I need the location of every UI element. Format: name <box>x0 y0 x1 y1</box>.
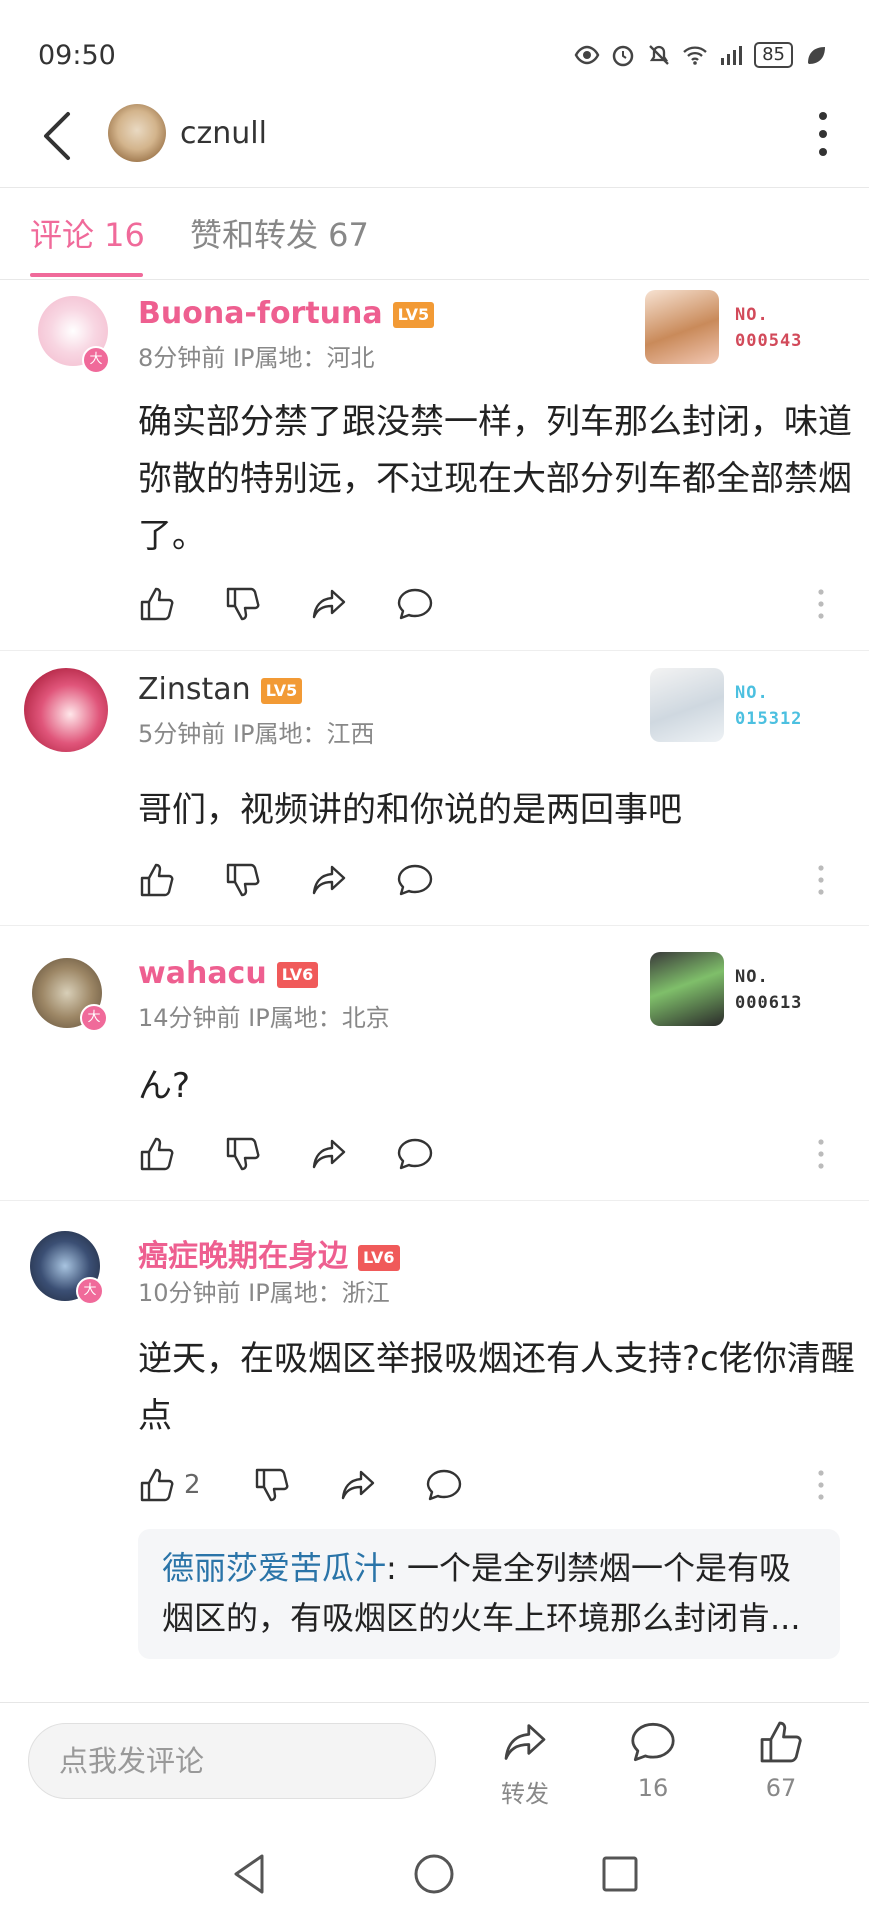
comment-separator <box>0 650 869 651</box>
comment-input[interactable]: 点我发评论 <box>28 1723 436 1799</box>
reply-preview[interactable]: 德丽莎爱苦瓜汁: 一个是全列禁烟一个是有吸烟区的，有吸烟区的火车上环境那么封闭肯… <box>138 1529 840 1659</box>
comment-author[interactable]: Buona-fortuna LV5 <box>138 296 435 331</box>
leaf-icon <box>808 47 825 64</box>
comment-author[interactable]: 癌症晚期在身边 LV6 <box>138 1231 400 1275</box>
comment-icon[interactable] <box>396 861 434 899</box>
share-button[interactable]: 转发 <box>480 1718 570 1809</box>
comment-button[interactable]: 16 <box>608 1718 698 1802</box>
comment-actions <box>138 860 482 900</box>
header-divider <box>0 187 869 188</box>
thumb-up-icon[interactable] <box>138 1466 176 1504</box>
more-vertical-icon[interactable] <box>817 864 825 896</box>
comment-author[interactable]: Zinstan LV5 <box>138 672 303 707</box>
eye-icon <box>574 45 600 65</box>
like-button[interactable]: 67 <box>736 1718 826 1802</box>
level-badge: LV6 <box>358 1244 400 1271</box>
like-count: 67 <box>765 1774 797 1802</box>
comment-actions <box>138 1134 482 1174</box>
share-label: 转发 <box>501 1780 549 1808</box>
nav-home-icon[interactable] <box>410 1850 458 1898</box>
thumb-up-icon <box>760 1721 802 1763</box>
level-badge: LV5 <box>392 301 435 328</box>
comment-icon <box>631 1722 675 1762</box>
back-icon[interactable] <box>38 108 78 164</box>
comment-text: 确实部分禁了跟没禁一样，列车那么封闭，味道弥散的特别远，不过现在大部分列车都全部… <box>138 402 852 556</box>
comment-author-name: Zinstan <box>138 672 251 707</box>
comment-separator <box>0 925 869 926</box>
more-vertical-icon[interactable] <box>817 588 825 620</box>
fan-badge-image <box>650 952 724 1026</box>
bottom-bar-divider <box>0 1702 869 1703</box>
comment-meta: 5分钟前 IP属地：江西 <box>138 720 375 748</box>
thumb-up-icon[interactable] <box>138 1135 176 1173</box>
comment-author-name: Buona-fortuna <box>138 296 383 331</box>
reply-author[interactable]: 德丽莎爱苦瓜汁 <box>162 1549 386 1587</box>
comment-author-name: wahacu <box>138 956 267 991</box>
header-username[interactable]: cznull <box>180 116 267 151</box>
tab-comments[interactable]: 评论 16 <box>30 210 145 256</box>
share-icon[interactable] <box>310 861 348 899</box>
fan-badge-number: NO. 015312 <box>735 683 803 729</box>
like-count: 2 <box>184 1470 201 1500</box>
thumb-down-icon[interactable] <box>224 1135 262 1173</box>
fan-badge-image <box>650 668 724 742</box>
fan-badge-number: NO. 000613 <box>735 967 803 1013</box>
thumb-down-icon[interactable] <box>253 1466 291 1504</box>
thumb-down-icon[interactable] <box>224 861 262 899</box>
share-icon[interactable] <box>310 585 348 623</box>
vip-badge: 大 <box>82 346 110 374</box>
status-icons: 85 <box>574 42 829 68</box>
comment-author-name: 癌症晚期在身边 <box>138 1239 348 1274</box>
level-badge: LV5 <box>260 677 303 704</box>
more-vertical-icon[interactable] <box>817 110 829 158</box>
fan-badge-number: NO. 000543 <box>735 305 803 351</box>
comment-separator <box>0 1200 869 1201</box>
signal-icon <box>721 46 743 65</box>
comment-text: 逆天，在吸烟区举报吸烟还有人支持?c佬你清醒点 <box>138 1339 855 1436</box>
comment-actions <box>138 584 482 624</box>
comment-actions: 2 <box>138 1465 511 1505</box>
share-icon[interactable] <box>339 1466 377 1504</box>
comment-meta: 8分钟前 IP属地：河北 <box>138 344 375 372</box>
nav-recents-icon[interactable] <box>596 1850 644 1898</box>
alarm-icon <box>612 45 634 67</box>
comment-icon[interactable] <box>425 1466 463 1504</box>
comment-meta: 14分钟前 IP属地：北京 <box>138 1004 390 1032</box>
thumb-up-icon[interactable] <box>138 585 176 623</box>
share-icon <box>504 1724 546 1760</box>
thumb-up-icon[interactable] <box>138 861 176 899</box>
status-time: 09:50 <box>38 40 116 71</box>
tabs-divider <box>0 279 869 280</box>
comment-text: 哥们，视频讲的和你说的是两回事吧 <box>138 790 682 830</box>
thumb-down-icon[interactable] <box>224 585 262 623</box>
wifi-icon <box>683 46 707 65</box>
more-vertical-icon[interactable] <box>817 1138 825 1170</box>
comment-count: 16 <box>637 1774 669 1802</box>
comment-author[interactable]: wahacu LV6 <box>138 956 319 991</box>
comment-text: ん? <box>138 1066 191 1106</box>
mute-icon <box>649 45 669 65</box>
fan-badge-image <box>645 290 719 364</box>
avatar[interactable] <box>108 104 166 162</box>
tab-likes-shares[interactable]: 赞和转发 67 <box>190 210 369 256</box>
tab-active-indicator <box>30 273 143 277</box>
level-badge: LV6 <box>276 961 319 988</box>
comment-icon[interactable] <box>396 585 434 623</box>
comment-meta: 10分钟前 IP属地：浙江 <box>138 1279 390 1307</box>
nav-back-icon[interactable] <box>226 1850 274 1898</box>
comment-icon[interactable] <box>396 1135 434 1173</box>
more-vertical-icon[interactable] <box>817 1469 825 1501</box>
battery-indicator: 85 <box>754 42 793 68</box>
vip-badge: 大 <box>76 1277 104 1305</box>
avatar[interactable] <box>24 668 108 752</box>
vip-badge: 大 <box>80 1004 108 1032</box>
share-icon[interactable] <box>310 1135 348 1173</box>
